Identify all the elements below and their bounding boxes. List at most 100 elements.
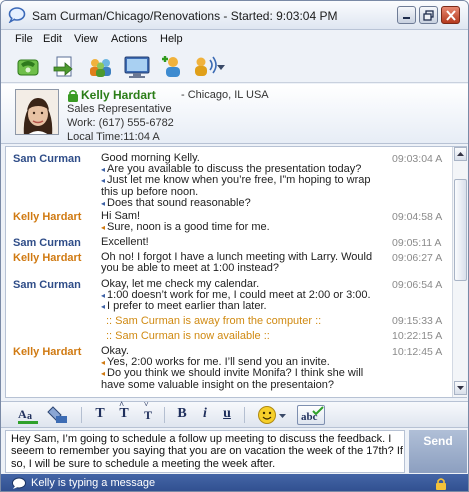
avatar: [15, 89, 59, 135]
message-sender: Sam Curman: [13, 237, 81, 249]
message-line: ◂ Just let me know when you’re free, I”m …: [101, 174, 371, 198]
contact-work-phone: Work: (617) 555-6782: [67, 117, 174, 129]
message-line: ◂ Do you think we should invite Monifa? I…: [101, 367, 364, 391]
svg-text:a: a: [27, 411, 32, 422]
menu-help[interactable]: Help: [160, 33, 183, 45]
message-sender: Kelly Hardart: [13, 211, 82, 223]
smiley-icon[interactable]: [257, 405, 277, 425]
status-bar: Kelly is typing a message: [1, 474, 468, 491]
audio-icon[interactable]: [191, 54, 219, 80]
message-time: 09:05:11 A: [392, 237, 442, 249]
menu-file[interactable]: File: [15, 33, 33, 45]
presence-lock-icon: [68, 89, 78, 102]
reply-arrow-icon: ◂: [101, 165, 106, 175]
typing-status-text: Kelly is typing a message: [31, 477, 156, 489]
message-line: ◂ Does that sound reasonable?: [101, 196, 251, 209]
message-time: 10:22:15 A: [392, 330, 443, 342]
svg-text:A: A: [18, 407, 27, 421]
menu-actions[interactable]: Actions: [111, 33, 147, 45]
transfer-icon[interactable]: [51, 54, 79, 80]
chat-bubble-icon: [8, 7, 26, 23]
reply-arrow-icon: ◂: [101, 223, 106, 233]
scroll-down-button[interactable]: [454, 381, 467, 395]
message-body: Okay. ◂ Yes, 2:00 works for me. I’ll send…: [101, 345, 386, 391]
send-button[interactable]: Send: [409, 430, 467, 473]
message-body: Oh no! I forgot I have a lunch meeting w…: [101, 251, 373, 275]
screen-share-icon[interactable]: [123, 54, 151, 80]
chevron-up-icon: [457, 152, 464, 156]
font-color-icon[interactable]: A a: [17, 406, 39, 425]
scroll-thumb[interactable]: [454, 179, 467, 281]
font-size-decrease-button[interactable]: ˅ T: [141, 400, 155, 426]
underline-button[interactable]: u: [220, 406, 234, 424]
main-toolbar: [1, 51, 468, 83]
message-sender: Kelly Hardart: [13, 252, 82, 264]
toolbar-separator: [81, 407, 82, 423]
chat-window: Sam Curman/Chicago/Renovations - Started…: [0, 0, 469, 492]
reply-arrow-icon: ◂: [101, 291, 106, 301]
message-time: 09:06:27 A: [392, 252, 443, 264]
format-toolbar: A a T ^ T ˅ T B i u abc: [1, 400, 468, 428]
chevron-down-icon[interactable]: [217, 65, 225, 71]
scroll-up-button[interactable]: [454, 147, 467, 161]
presence-status-text: :: Sam Curman is now available ::: [106, 330, 270, 342]
reply-arrow-icon: ◂: [101, 369, 106, 379]
menu-edit[interactable]: Edit: [43, 33, 62, 45]
message-body: Excellent!: [101, 236, 386, 248]
message-time: 10:12:45 A: [392, 346, 443, 358]
contact-local-time: Local Time:11:04 A: [67, 131, 160, 143]
menu-view[interactable]: View: [74, 33, 98, 45]
title-bar: Sam Curman/Chicago/Renovations - Started…: [1, 1, 468, 30]
group-icon[interactable]: [87, 54, 115, 80]
message-body: Okay, let me check my calendar. ◂ 1:00 do…: [101, 278, 386, 313]
minimize-icon: [403, 17, 410, 19]
chat-bubble-icon: [12, 477, 26, 489]
message-sender: Sam Curman: [13, 153, 81, 165]
message-time: 09:15:33 A: [392, 315, 443, 327]
message-body: Hi Sam! ◂ Sure, noon is a good time for m…: [101, 210, 386, 234]
message-body: Good morning Kelly. ◂ Are you available t…: [101, 152, 386, 209]
spell-check-button[interactable]: abc: [297, 405, 325, 425]
reply-arrow-icon: ◂: [101, 198, 106, 208]
message-line: Excellent!: [101, 236, 149, 248]
close-icon: [446, 10, 456, 21]
message-line: ◂ Sure, noon is a good time for me.: [101, 221, 270, 234]
presence-status-text: :: Sam Curman is away from the computer …: [106, 315, 322, 327]
bold-button[interactable]: B: [175, 406, 189, 424]
highlight-icon[interactable]: [47, 405, 69, 425]
minimize-button[interactable]: [397, 6, 416, 24]
font-size-increase-button[interactable]: ^ T: [117, 400, 131, 424]
conversation-log[interactable]: Sam Curman Good morning Kelly. ◂ Are you …: [5, 146, 467, 398]
contact-photo-icon: [16, 90, 58, 134]
close-button[interactable]: [441, 6, 460, 24]
toolbar-separator: [164, 407, 165, 423]
reply-arrow-icon: ◂: [101, 176, 106, 186]
window-title: Sam Curman/Chicago/Renovations - Started…: [32, 9, 338, 23]
message-sender: Sam Curman: [13, 279, 81, 291]
menu-bar: File Edit View Actions Help: [1, 31, 468, 49]
add-person-icon[interactable]: [159, 54, 187, 80]
conversation-scrollbar[interactable]: [452, 147, 467, 397]
message-time: 09:04:58 A: [392, 211, 443, 223]
phone-call-icon[interactable]: [15, 54, 43, 80]
reply-arrow-icon: ◂: [101, 358, 106, 368]
lock-icon: [436, 478, 446, 490]
italic-button[interactable]: i: [199, 406, 211, 424]
contact-name[interactable]: Kelly Hardart: [81, 88, 156, 102]
toolbar-separator: [244, 407, 245, 423]
message-compose-box[interactable]: Hey Sam, I’m going to schedule a follow …: [5, 430, 405, 473]
message-time: 09:03:04 A: [392, 153, 443, 165]
font-size-normal-button[interactable]: T: [93, 406, 107, 424]
message-time: 09:06:54 A: [392, 279, 443, 291]
contact-role: Sales Representative: [67, 103, 172, 115]
contact-location: - Chicago, IL USA: [181, 89, 269, 101]
chevron-down-icon: [457, 386, 464, 390]
maximize-button[interactable]: [419, 6, 438, 24]
restore-icon: [423, 10, 434, 21]
message-line: ◂ I prefer to meet earlier than later.: [101, 300, 267, 313]
message-sender: Kelly Hardart: [13, 346, 82, 358]
chevron-down-icon[interactable]: [279, 414, 286, 419]
spell-check-label: abc: [301, 411, 318, 423]
contact-card: Kelly Hardart - Chicago, IL USA Sales Re…: [1, 84, 468, 144]
compose-text[interactable]: Hey Sam, I’m going to schedule a follow …: [11, 433, 403, 470]
